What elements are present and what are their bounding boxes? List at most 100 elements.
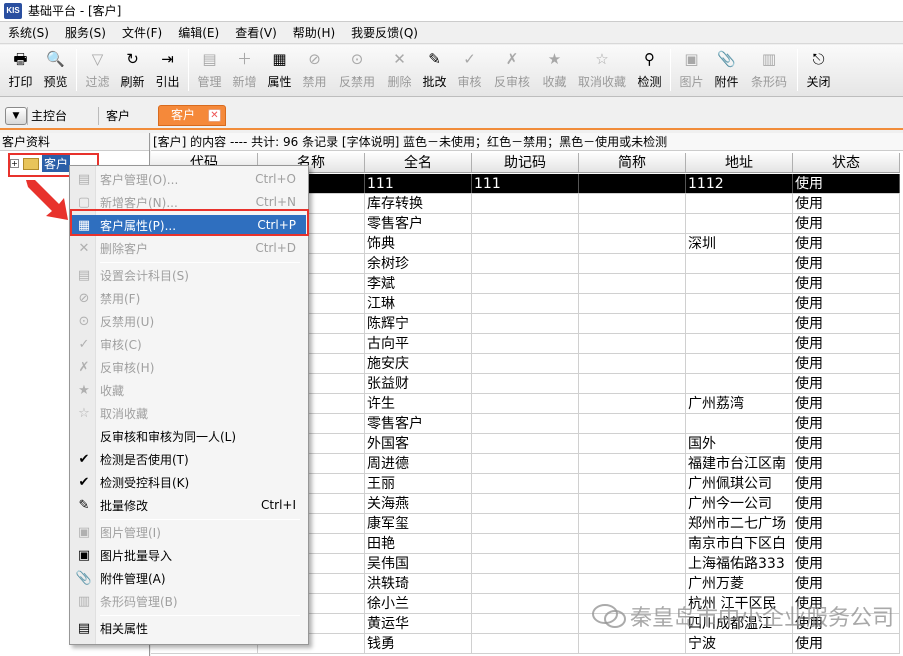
menu-item-3[interactable]: 编辑(E) [170, 24, 227, 41]
toolbar-button-close-door[interactable]: ⎋ 关闭 [801, 45, 836, 95]
toolbar-button-label: 反禁用 [338, 75, 375, 89]
toolbar-button-refresh[interactable]: ↻ 刷新 [115, 45, 150, 95]
column-header[interactable]: 助记码 [472, 153, 579, 172]
context-menu-label: 反审核和审核为同一人(L) [100, 429, 237, 444]
table-cell: 使用 [793, 354, 900, 373]
undisable-icon: ⊙ [78, 313, 90, 329]
toolbar-button-delete[interactable]: ✕ 删除 [382, 45, 417, 95]
tab-strip: ▼ 主控台 客户 客户 ✕ [0, 100, 903, 130]
tab-dropdown-button[interactable]: ▼ [5, 107, 27, 125]
menu-item-6[interactable]: 我要反馈(Q) [343, 24, 426, 41]
context-menu-label: 反审核(H) [100, 360, 155, 375]
picture-icon: ▣ [684, 50, 699, 68]
context-menu-item-5[interactable]: ▤ 设置会计科目(S) [72, 265, 306, 285]
column-header[interactable]: 状态 [793, 153, 900, 172]
menu-item-0[interactable]: 系统(S) [0, 24, 57, 41]
new-customer-icon: ▢ [77, 194, 91, 210]
context-menu-item-13[interactable]: ✔ 检测是否使用(T) [72, 449, 306, 469]
refresh-icon: ↻ [126, 50, 139, 68]
menu-item-5[interactable]: 帮助(H) [285, 24, 343, 41]
toolbar-button-barcode[interactable]: ▥ 条形码 [744, 45, 794, 95]
context-menu-shortcut: Ctrl+N [255, 195, 296, 209]
toolbar-separator [188, 49, 189, 91]
context-menu-item-17[interactable]: ▣ 图片管理(I) [72, 522, 306, 542]
delete-icon: ✕ [393, 50, 406, 68]
tab-home[interactable]: 主控台 [26, 107, 67, 125]
table-cell [579, 214, 686, 233]
toolbar-button-unaudit[interactable]: ✗ 反审核 [487, 45, 537, 95]
column-header[interactable]: 地址 [686, 153, 793, 172]
table-cell [472, 554, 579, 573]
table-cell [686, 314, 793, 333]
toolbar-separator [76, 49, 77, 91]
context-menu-label: 审核(C) [100, 337, 142, 352]
toolbar-button-export[interactable]: ⇥ 引出 [150, 45, 185, 95]
context-menu-item-9[interactable]: ✗ 反审核(H) [72, 357, 306, 377]
toolbar-button-preview[interactable]: 🔍 预览 [38, 45, 73, 95]
table-cell [686, 214, 793, 233]
filter-icon: ▽ [91, 50, 104, 68]
menu-item-2[interactable]: 文件(F) [114, 24, 170, 41]
tab-customer[interactable]: 客户 [97, 107, 130, 125]
context-menu-item-22[interactable]: ▤ 相关属性 [72, 618, 306, 638]
table-cell: 黄运华 [365, 614, 472, 633]
toolbar-button-picture[interactable]: ▣ 图片 [674, 45, 709, 95]
toolbar-button-attachment[interactable]: 📎 附件 [709, 45, 744, 95]
menu-item-1[interactable]: 服务(S) [57, 24, 114, 41]
menu-separator [100, 615, 300, 616]
column-header[interactable]: 全名 [365, 153, 472, 172]
context-menu-item-19[interactable]: 📎 附件管理(A) [72, 568, 306, 588]
context-menu-item-7[interactable]: ⊙ 反禁用(U) [72, 311, 306, 331]
toolbar-button-label: 引出 [155, 75, 180, 89]
toolbar-button-detect[interactable]: ⚲ 检测 [632, 45, 667, 95]
toolbar-button-label: 批改 [422, 75, 447, 89]
toolbar-button-disable[interactable]: ⊘ 禁用 [297, 45, 332, 95]
context-menu-label: 设置会计科目(S) [100, 268, 189, 283]
table-cell: 使用 [793, 214, 900, 233]
watermark: 秦皇岛市中小企业服务公司 [592, 600, 894, 632]
table-cell [686, 414, 793, 433]
barcode-icon: ▥ [761, 50, 777, 68]
table-cell: 使用 [793, 314, 900, 333]
context-menu-label: 检测是否使用(T) [100, 452, 189, 467]
toolbar-button-manage[interactable]: ▤ 管理 [192, 45, 227, 95]
context-menu-item-20[interactable]: ▥ 条形码管理(B) [72, 591, 306, 611]
tab-close-icon[interactable]: ✕ [208, 109, 221, 122]
context-menu-item-11[interactable]: ☆ 取消收藏 [72, 403, 306, 423]
table-cell [472, 234, 579, 253]
table-cell [472, 374, 579, 393]
title-bar: KIS 基础平台 - [客户] [0, 0, 903, 22]
context-menu-item-8[interactable]: ✓ 审核(C) [72, 334, 306, 354]
context-menu-item-18[interactable]: ▣ 图片批量导入 [72, 545, 306, 565]
toolbar-button-properties[interactable]: ▦ 属性 [262, 45, 297, 95]
toolbar-button-printer[interactable]: 🖶 打印 [3, 45, 38, 95]
toolbar-button-add[interactable]: ＋ 新增 [227, 45, 262, 95]
table-cell [579, 434, 686, 453]
table-cell: 零售客户 [365, 214, 472, 233]
tab-customer-active[interactable]: 客户 ✕ [158, 105, 226, 126]
check-usage-icon: ✔ [78, 451, 90, 467]
table-cell [472, 514, 579, 533]
column-header[interactable]: 简称 [579, 153, 686, 172]
toolbar-button-undisable[interactable]: ⊙ 反禁用 [332, 45, 382, 95]
context-menu-item-12[interactable]: 反审核和审核为同一人(L) [72, 426, 306, 446]
menu-item-4[interactable]: 查看(V) [227, 24, 285, 41]
preview-icon: 🔍 [46, 50, 65, 68]
toolbar-button-filter[interactable]: ▽ 过滤 [80, 45, 115, 95]
table-cell: 广州荔湾 [686, 394, 793, 413]
table-cell: 田艳 [365, 534, 472, 553]
toolbar-button-audit[interactable]: ✓ 审核 [452, 45, 487, 95]
watermark-text: 秦皇岛市中小企业服务公司 [630, 606, 895, 631]
table-cell [472, 274, 579, 293]
toolbar-button-unfavorite[interactable]: ☆ 取消收藏 [572, 45, 632, 95]
context-menu-item-3[interactable]: ✕ 删除客户 Ctrl+D [72, 238, 306, 258]
toolbar-button-label: 附件 [714, 75, 739, 89]
toolbar-button-favorite[interactable]: ★ 收藏 [537, 45, 572, 95]
context-menu-item-14[interactable]: ✔ 检测受控科目(K) [72, 472, 306, 492]
unfavorite-icon: ☆ [595, 50, 609, 68]
context-menu-item-15[interactable]: ✎ 批量修改 Ctrl+I [72, 495, 306, 515]
toolbar-button-batch-edit[interactable]: ✎ 批改 [417, 45, 452, 95]
context-menu-item-10[interactable]: ★ 收藏 [72, 380, 306, 400]
context-menu-item-6[interactable]: ⊘ 禁用(F) [72, 288, 306, 308]
context-menu-item-0[interactable]: ▤ 客户管理(O)... Ctrl+O [72, 169, 306, 189]
